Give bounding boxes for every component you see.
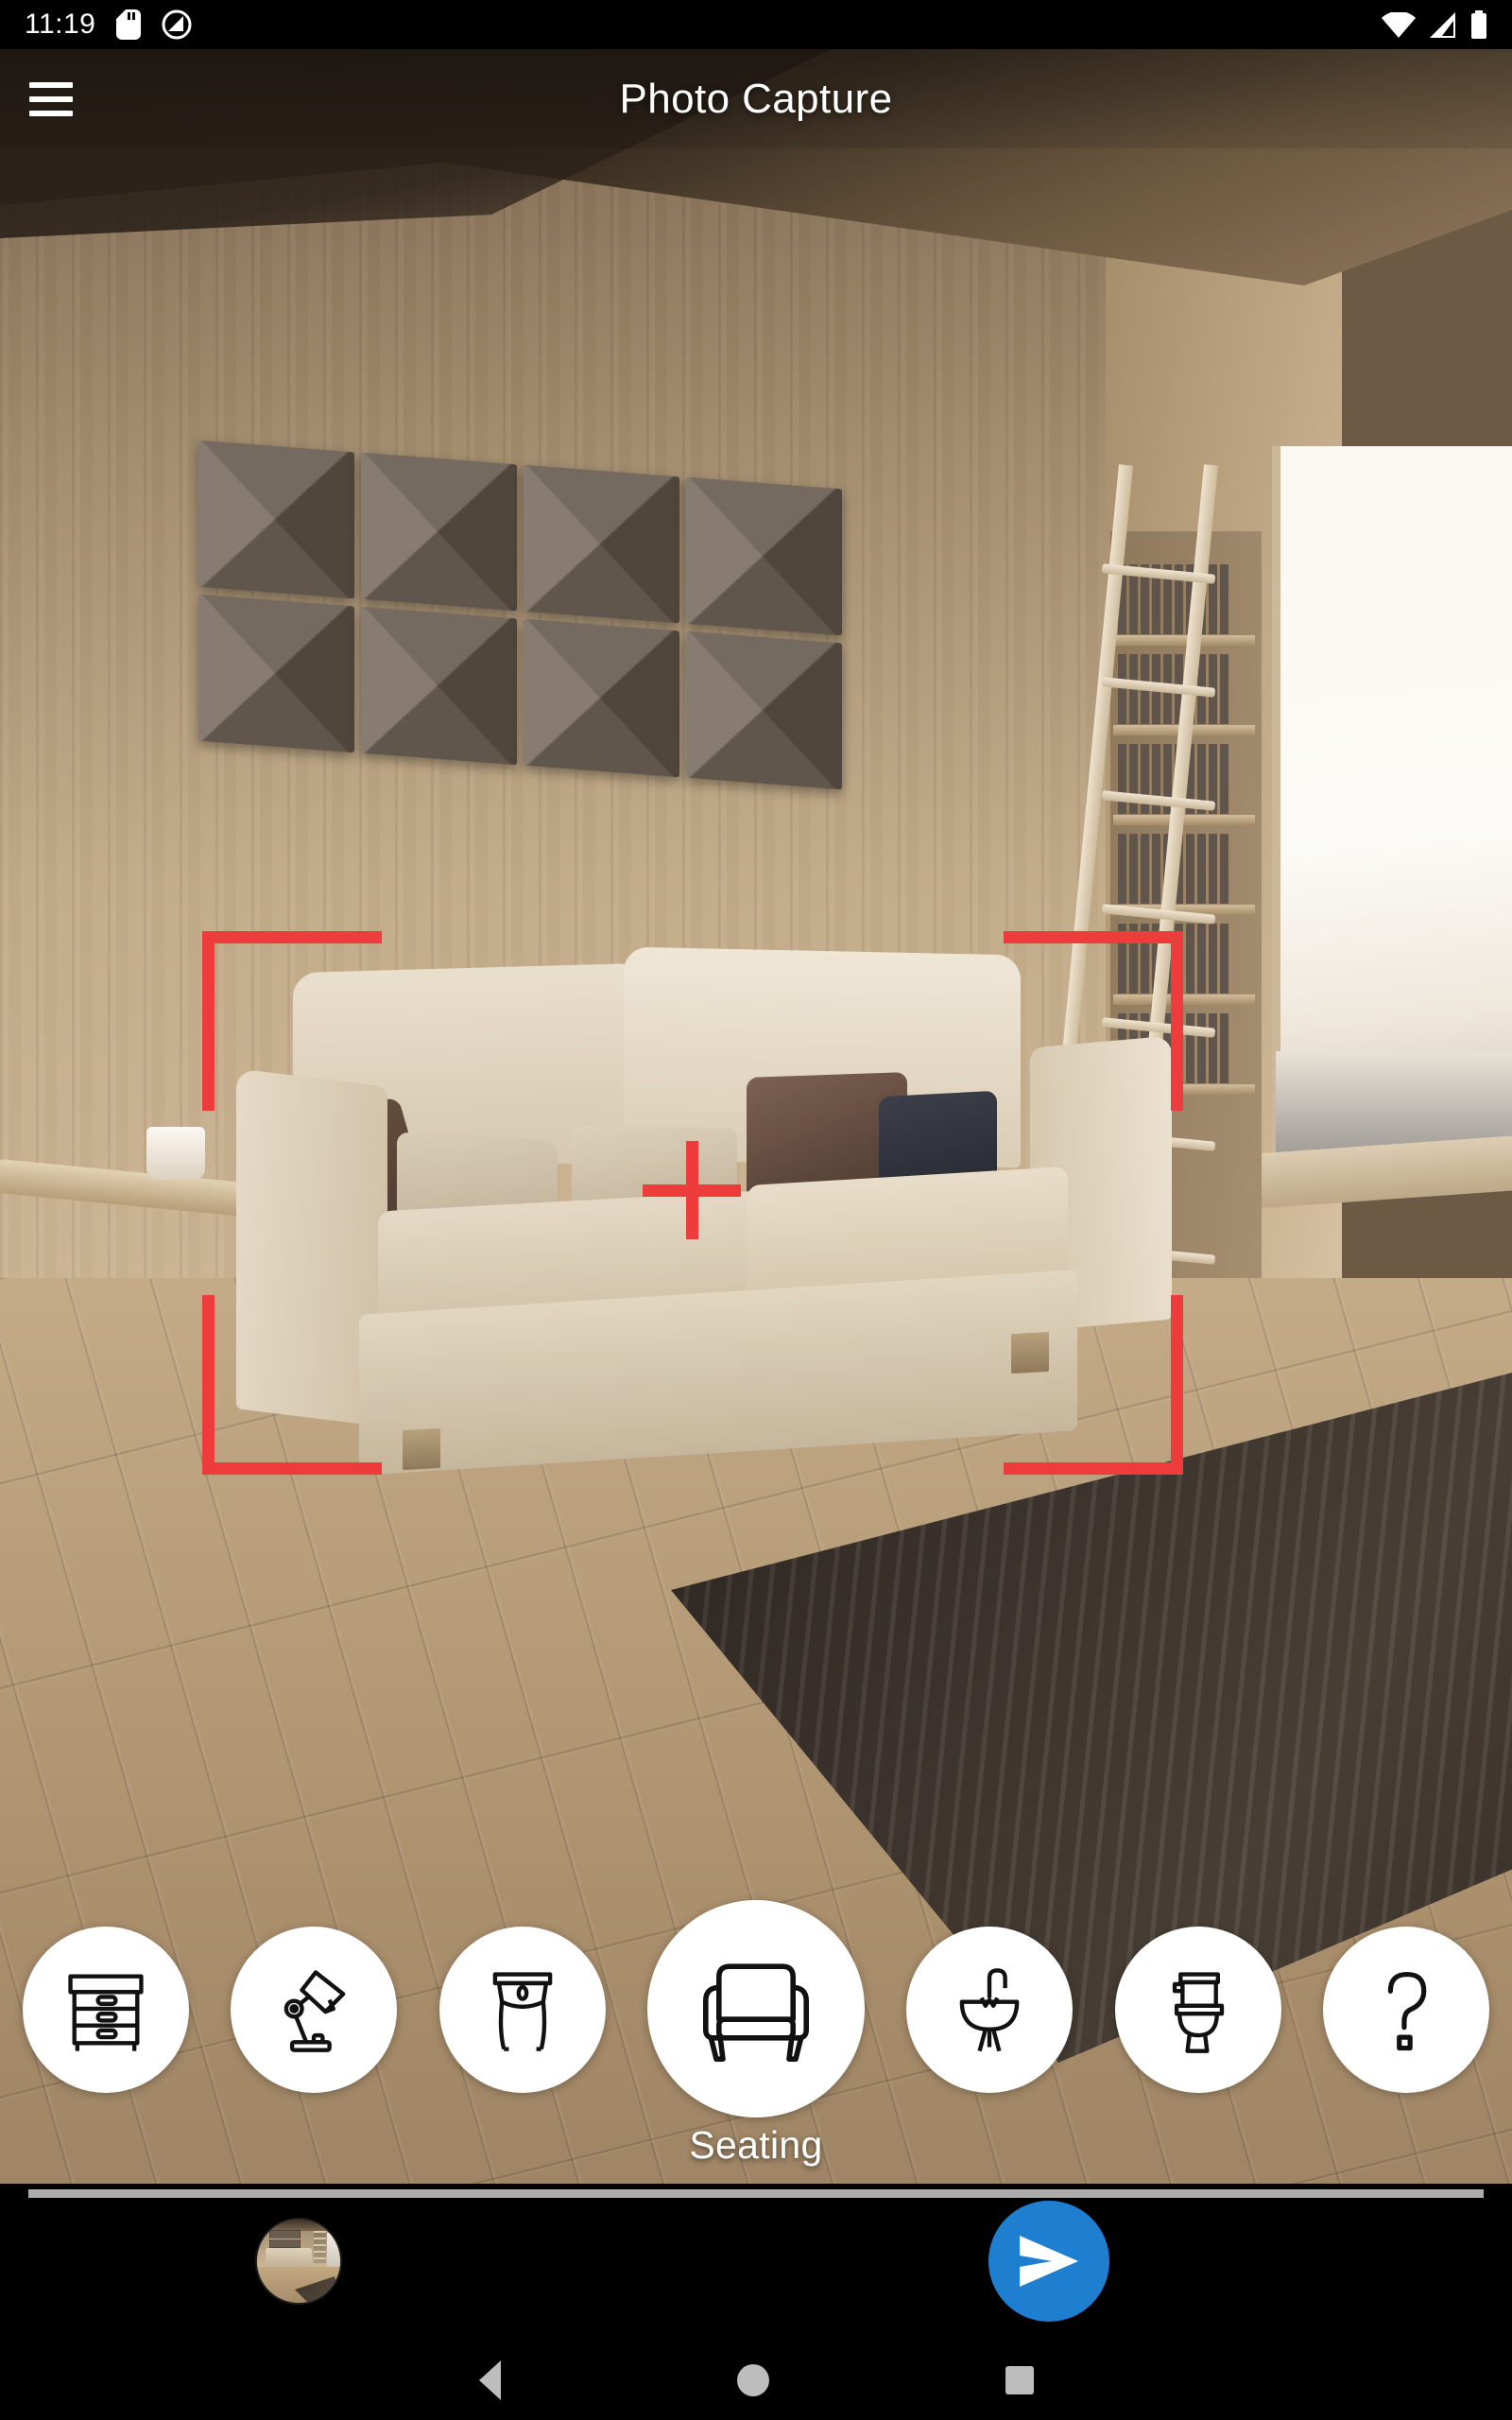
ladder-rung bbox=[1101, 790, 1216, 811]
wall-panel bbox=[361, 606, 517, 766]
category-item-storage[interactable] bbox=[23, 1927, 189, 2093]
thumbnail-wall-panels bbox=[269, 2230, 301, 2248]
category-item-lighting[interactable] bbox=[231, 1927, 398, 2093]
wall-panel bbox=[686, 476, 842, 636]
camera-scene bbox=[0, 49, 1512, 2186]
wifi-icon bbox=[1382, 12, 1416, 38]
status-bar-right bbox=[1382, 10, 1487, 39]
capture-action-bar bbox=[0, 2184, 1512, 2341]
do-not-disturb-icon bbox=[162, 9, 192, 40]
android-navigation-bar bbox=[0, 2341, 1512, 2420]
battery-icon bbox=[1471, 10, 1486, 39]
category-item-tables[interactable] bbox=[438, 1927, 606, 2093]
dresser-icon bbox=[68, 1974, 144, 2051]
category-selector[interactable]: Seating bbox=[0, 1900, 1512, 2167]
last-capture-thumbnail[interactable] bbox=[257, 2220, 340, 2303]
category-circle[interactable] bbox=[1114, 1927, 1281, 2093]
wall-panel bbox=[686, 631, 842, 790]
wall-panel bbox=[524, 464, 679, 624]
wall-panel bbox=[524, 618, 679, 778]
category-item-sink[interactable] bbox=[906, 1927, 1074, 2093]
app-bar: Photo Capture bbox=[0, 49, 1512, 148]
sofa-icon bbox=[702, 1963, 809, 2062]
question-mark-icon bbox=[1387, 1971, 1427, 2051]
sofa bbox=[217, 946, 1228, 1486]
console-table-icon bbox=[492, 1972, 552, 2051]
cellular-signal-icon bbox=[1430, 12, 1455, 38]
thumbnail-preview bbox=[257, 2220, 340, 2303]
sofa-leg bbox=[1011, 1331, 1049, 1374]
camera-viewfinder[interactable]: Seating bbox=[0, 49, 1512, 2186]
thumbnail-sofa bbox=[266, 2248, 312, 2267]
coffee-cup bbox=[146, 1127, 205, 1180]
category-circle[interactable] bbox=[1322, 1927, 1489, 2093]
category-circle[interactable] bbox=[906, 1927, 1074, 2093]
status-time: 11:19 bbox=[25, 9, 96, 40]
nav-recents-button[interactable] bbox=[1005, 2366, 1034, 2394]
ladder-rung bbox=[1101, 904, 1216, 925]
category-item-toilet[interactable] bbox=[1114, 1927, 1281, 2093]
status-bar: 11:19 bbox=[0, 0, 1512, 49]
nav-back-button[interactable] bbox=[478, 2360, 501, 2400]
wall-panel bbox=[198, 594, 354, 753]
category-circle[interactable] bbox=[23, 1927, 189, 2093]
status-bar-left: 11:19 bbox=[25, 9, 192, 41]
back-triangle-icon bbox=[478, 2360, 501, 2400]
category-item-seating[interactable]: Seating bbox=[646, 1900, 865, 2168]
hamburger-menu-icon[interactable] bbox=[8, 56, 94, 143]
nav-home-button[interactable] bbox=[736, 2364, 769, 2396]
sofa-leg bbox=[403, 1427, 440, 1471]
category-circle[interactable] bbox=[646, 1900, 865, 2118]
toilet-icon bbox=[1172, 1972, 1224, 2053]
wall-panel bbox=[361, 452, 517, 612]
ladder-rung bbox=[1101, 677, 1216, 698]
sink-icon bbox=[960, 1968, 1020, 2052]
divider bbox=[28, 2189, 1484, 2198]
recents-square-icon bbox=[1005, 2366, 1034, 2394]
category-circle[interactable] bbox=[438, 1927, 606, 2093]
page-title: Photo Capture bbox=[619, 75, 893, 122]
category-selected-label: Seating bbox=[689, 2123, 823, 2167]
desk-lamp-icon bbox=[284, 1970, 346, 2052]
category-item-other[interactable] bbox=[1322, 1927, 1489, 2093]
home-circle-icon bbox=[736, 2364, 769, 2396]
send-button[interactable] bbox=[988, 2201, 1109, 2322]
category-circle[interactable] bbox=[231, 1927, 398, 2093]
sd-card-icon bbox=[116, 9, 142, 40]
thumbnail-window bbox=[327, 2233, 340, 2267]
thumbnail-ladder bbox=[314, 2231, 326, 2263]
wall-panel bbox=[198, 440, 354, 599]
send-icon bbox=[1020, 2236, 1078, 2287]
